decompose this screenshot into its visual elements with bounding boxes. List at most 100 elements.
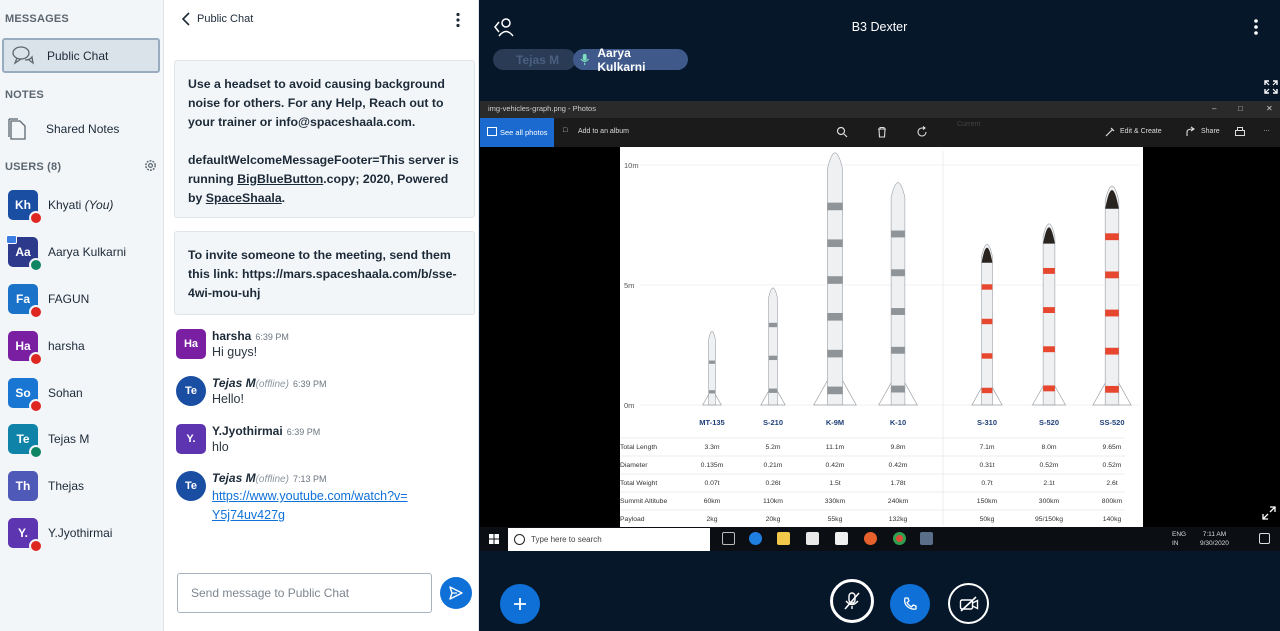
language-indicator: ENG IN bbox=[1172, 531, 1187, 547]
chat-title[interactable]: Public Chat bbox=[197, 13, 253, 25]
user-name: Thejas bbox=[48, 479, 85, 493]
table-row-label: Summit Altitube bbox=[620, 498, 667, 505]
message-text: Hi guys! bbox=[212, 345, 258, 359]
shared-notes-nav-item[interactable]: Shared Notes bbox=[8, 116, 158, 142]
table-cell: 0.42m bbox=[826, 462, 845, 469]
users-section-title: USERS (8) bbox=[5, 161, 62, 173]
message-link[interactable]: https://www.youtube.com/watch?v=Y5j74uv4… bbox=[212, 487, 412, 525]
rocket-comparison-graphic: 10m 5m 0m MT-135 S-210 K-9M K-10 S-310 S-520 SS-5… bbox=[620, 151, 1140, 525]
message-sender: Tejas M bbox=[212, 471, 256, 485]
public-chat-nav-item[interactable]: Public Chat bbox=[2, 38, 160, 73]
share-button: Share bbox=[1201, 128, 1220, 135]
table-cell: 2.6t bbox=[1106, 480, 1117, 487]
muted-mic-badge-icon bbox=[29, 399, 43, 413]
gear-icon[interactable] bbox=[143, 158, 158, 173]
user-list-item[interactable]: Ha harsha bbox=[8, 328, 158, 366]
unmute-button[interactable] bbox=[830, 579, 874, 623]
table-cell: 1.5t bbox=[829, 480, 840, 487]
vehicle-name-label: K-9M bbox=[826, 418, 844, 427]
rocket-band bbox=[1105, 309, 1119, 317]
rocket-band bbox=[981, 284, 993, 290]
chat-panel: Public Chat Use a headset to avoid causi… bbox=[164, 0, 479, 631]
table-cell: 240km bbox=[888, 498, 909, 505]
camera-off-icon bbox=[959, 595, 978, 612]
actions-plus-button[interactable] bbox=[500, 584, 540, 624]
user-list-item[interactable]: Y. Y.Jyothirmai bbox=[8, 515, 158, 553]
table-cell: 3.3m bbox=[704, 444, 719, 451]
table-row-label: Total Length bbox=[620, 444, 657, 451]
rocket-body bbox=[1042, 223, 1056, 406]
vehicle-name-label: K-10 bbox=[890, 418, 906, 427]
microphone-muted-icon bbox=[844, 592, 860, 610]
avatar: Te bbox=[8, 424, 43, 459]
spaceshaala-link[interactable]: SpaceShaala bbox=[206, 191, 282, 205]
send-message-button[interactable] bbox=[440, 577, 472, 609]
store-icon bbox=[806, 532, 819, 545]
rocket-body bbox=[708, 331, 716, 406]
table-cell: 1.78t bbox=[890, 480, 905, 487]
share-icon bbox=[1186, 126, 1195, 136]
rocket-band bbox=[827, 276, 843, 284]
user-list-item[interactable]: So Sohan bbox=[8, 375, 158, 413]
table-cell: 20kg bbox=[766, 516, 781, 523]
fullscreen-icon[interactable] bbox=[1264, 80, 1278, 94]
chat-bubbles-icon bbox=[12, 45, 34, 65]
bigbluebutton-link[interactable]: BigBlueButton bbox=[237, 172, 323, 186]
windows-taskbar: Type here to search ENG IN 7:11 AM 9/30/… bbox=[480, 527, 1280, 551]
table-row-label: Total Weight bbox=[620, 480, 657, 487]
avatar: So bbox=[8, 378, 43, 413]
muted-mic-badge-icon bbox=[29, 211, 43, 225]
rocket-band bbox=[1043, 385, 1055, 392]
rocket-band bbox=[827, 202, 843, 211]
rocket-band bbox=[1105, 233, 1119, 241]
rocket-band bbox=[1043, 307, 1055, 314]
rocket-band bbox=[891, 385, 905, 393]
rocket-band bbox=[827, 386, 843, 395]
kebab-menu-icon[interactable] bbox=[454, 12, 462, 28]
rocket-body bbox=[981, 244, 993, 406]
more-icon: … bbox=[1263, 126, 1270, 133]
user-list-item[interactable]: Fa FAGUN bbox=[8, 281, 158, 319]
avatar: Ha bbox=[176, 329, 206, 359]
table-cell: 0.21m bbox=[764, 462, 783, 469]
screenshare-fullscreen-icon[interactable] bbox=[1262, 506, 1276, 520]
table-cell: 330km bbox=[825, 498, 846, 505]
talking-indicator-tejas[interactable]: Tejas M bbox=[493, 49, 576, 70]
rocket-band bbox=[827, 349, 843, 358]
table-cell: 300km bbox=[1039, 498, 1060, 505]
user-list-item[interactable]: Kh Khyati (You) bbox=[8, 187, 158, 225]
y-tick-label: 5m bbox=[624, 281, 634, 290]
message-header: harsha 6:39 PM bbox=[212, 327, 289, 345]
rocket-s-310 bbox=[971, 244, 1003, 406]
chat-message-input[interactable]: Send message to Public Chat bbox=[177, 573, 432, 613]
photos-app-icon bbox=[920, 532, 933, 545]
leave-audio-button[interactable] bbox=[890, 584, 930, 624]
options-kebab-icon[interactable] bbox=[1252, 18, 1260, 36]
user-list-item[interactable]: Th Thejas bbox=[8, 468, 158, 504]
share-webcam-button[interactable] bbox=[948, 583, 989, 624]
table-cell: 800km bbox=[1102, 498, 1123, 505]
user-name: Khyati (You) bbox=[48, 198, 114, 212]
muted-mic-badge-icon bbox=[29, 539, 43, 553]
rocket-band bbox=[981, 318, 993, 325]
table-cell: 0.42m bbox=[889, 462, 908, 469]
trash-icon bbox=[878, 126, 886, 138]
taskbar-clock: 7:11 AM 9/30/2020 bbox=[1200, 531, 1229, 547]
talking-indicator-aarya[interactable]: Aarya Kulkarni bbox=[573, 46, 688, 74]
user-list-item[interactable]: Aa Aarya Kulkarni bbox=[6, 234, 158, 272]
user-list-item[interactable]: Te Tejas M bbox=[8, 421, 158, 459]
rocket-band bbox=[1043, 267, 1055, 274]
rocket-body bbox=[890, 182, 906, 406]
rocket-band bbox=[981, 353, 993, 359]
offline-status: (offline) bbox=[255, 379, 289, 390]
table-cell: 7.1m bbox=[979, 444, 994, 451]
mail-icon bbox=[835, 532, 848, 545]
message-header: Tejas M(offline) 7:13 PM bbox=[212, 469, 326, 487]
avatar: Y. bbox=[8, 518, 43, 553]
windows-start-icon bbox=[489, 534, 499, 544]
voice-mic-badge-icon bbox=[29, 258, 43, 272]
invite-message: To invite someone to the meeting, send t… bbox=[174, 231, 475, 315]
zoom-icon bbox=[836, 126, 848, 138]
welcome-footer: defaultWelcomeMessageFooter=This server … bbox=[188, 153, 459, 205]
chevron-left-icon[interactable] bbox=[181, 12, 191, 26]
